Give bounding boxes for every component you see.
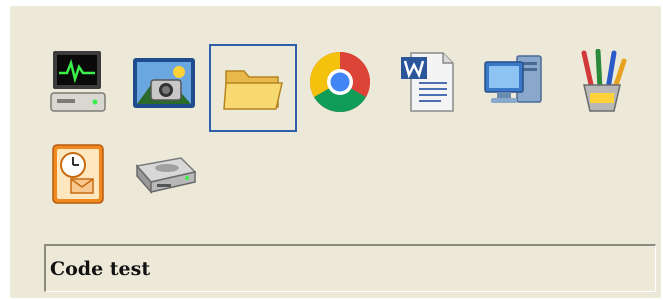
folder-icon	[223, 70, 283, 110]
status-text: Code test	[50, 258, 151, 280]
icon-slot-camera[interactable]	[122, 40, 206, 124]
icon-slot-folder[interactable]	[209, 44, 297, 132]
icon-slot-scheduler[interactable]	[36, 132, 120, 216]
scheduler-clock-icon	[52, 144, 104, 204]
paint-brushes-icon	[581, 49, 627, 112]
icon-slot-network[interactable]	[472, 40, 556, 124]
chrome-icon	[309, 51, 371, 113]
network-computer-icon	[484, 55, 542, 103]
computer-monitor-icon	[50, 51, 106, 112]
word-document-icon	[401, 52, 454, 112]
icon-picker-panel: Code test	[10, 6, 661, 298]
icon-slot-chrome[interactable]	[298, 40, 382, 124]
icon-slot-drive[interactable]	[122, 132, 206, 216]
camera-picture-icon	[133, 58, 195, 108]
icon-slot-paint[interactable]	[560, 40, 644, 124]
icon-slot-word[interactable]	[386, 40, 470, 124]
hard-drive-icon	[135, 157, 197, 194]
icon-slot-computer[interactable]	[36, 40, 120, 124]
status-text-field[interactable]: Code test	[44, 244, 656, 292]
